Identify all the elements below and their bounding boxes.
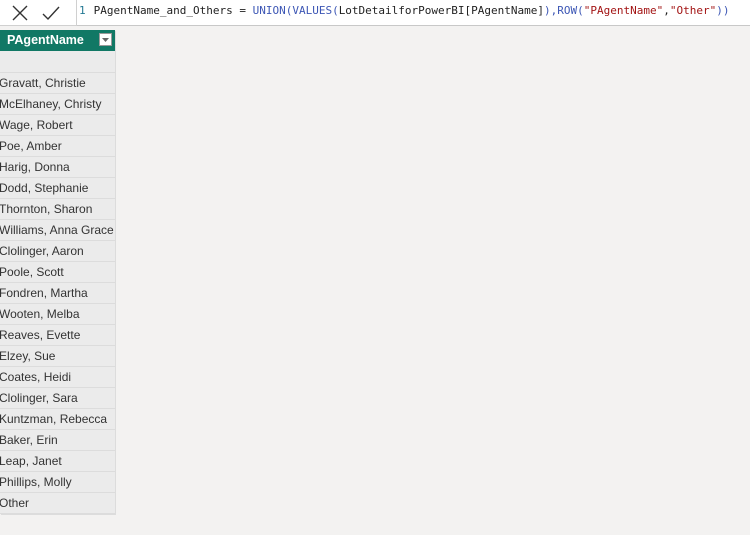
table-row[interactable]: Reaves, Evette (0, 325, 115, 346)
table-row[interactable]: Phillips, Molly (0, 472, 115, 493)
table-row[interactable]: Fondren, Martha (0, 283, 115, 304)
data-table: PAgentName Gravatt, Christie McElhaney, C… (0, 30, 115, 514)
formula-token: ROW( (557, 4, 584, 17)
formula-token: PAgentName_and_Others = (93, 4, 253, 17)
table-row[interactable]: McElhaney, Christy (0, 94, 115, 115)
column-filter-button[interactable] (99, 33, 112, 46)
formula-token: , (663, 4, 670, 17)
check-icon (42, 6, 60, 21)
table-row[interactable]: Thornton, Sharon (0, 199, 115, 220)
table-row[interactable]: Elzey, Sue (0, 346, 115, 367)
table-row[interactable]: Wage, Robert (0, 115, 115, 136)
table-row[interactable]: Poe, Amber (0, 136, 115, 157)
close-icon (12, 5, 28, 21)
table-row[interactable]: Harig, Donna (0, 157, 115, 178)
table-row[interactable]: Clolinger, Aaron (0, 241, 115, 262)
table-row[interactable]: Leap, Janet (0, 451, 115, 472)
formula-token: "Other" (669, 4, 717, 17)
line-number: 1 (79, 4, 86, 17)
commit-formula-button[interactable] (40, 2, 62, 24)
table-row[interactable]: Wooten, Melba (0, 304, 115, 325)
table-row[interactable]: Clolinger, Sara (0, 388, 115, 409)
table-row[interactable]: Poole, Scott (0, 262, 115, 283)
table-body: Gravatt, Christie McElhaney, Christy Wage,… (0, 51, 115, 514)
table-row[interactable] (0, 51, 115, 73)
dropdown-filter-icon (102, 37, 109, 42)
cancel-formula-button[interactable] (9, 2, 31, 24)
formula-text: PAgentName_and_Others = UNION(VALUES(Lot… (94, 4, 730, 17)
table-row[interactable]: Gravatt, Christie (0, 73, 115, 94)
formula-bar: 1 PAgentName_and_Others = UNION(VALUES(Lo… (0, 0, 750, 26)
formula-token: "PAgentName" (583, 4, 664, 17)
table-row[interactable]: Baker, Erin (0, 430, 115, 451)
table-row[interactable]: Other (0, 493, 115, 514)
formula-token: )) (716, 4, 730, 17)
table-row[interactable]: Williams, Anna Grace (0, 220, 115, 241)
formula-token: LotDetailforPowerBI[PAgentName] (338, 4, 544, 17)
table-row[interactable]: Coates, Heidi (0, 367, 115, 388)
table-row[interactable]: Dodd, Stephanie (0, 178, 115, 199)
formula-editor[interactable]: 1 PAgentName_and_Others = UNION(VALUES(Lo… (77, 0, 750, 26)
formula-token: VALUES( (292, 4, 339, 17)
column-header-label: PAgentName (7, 33, 84, 47)
formula-token: ), (544, 4, 558, 17)
formula-bar-buttons (0, 0, 77, 26)
formula-token: UNION( (252, 4, 293, 17)
column-header-pagentname[interactable]: PAgentName (0, 30, 115, 51)
table-row[interactable]: Kuntzman, Rebecca (0, 409, 115, 430)
